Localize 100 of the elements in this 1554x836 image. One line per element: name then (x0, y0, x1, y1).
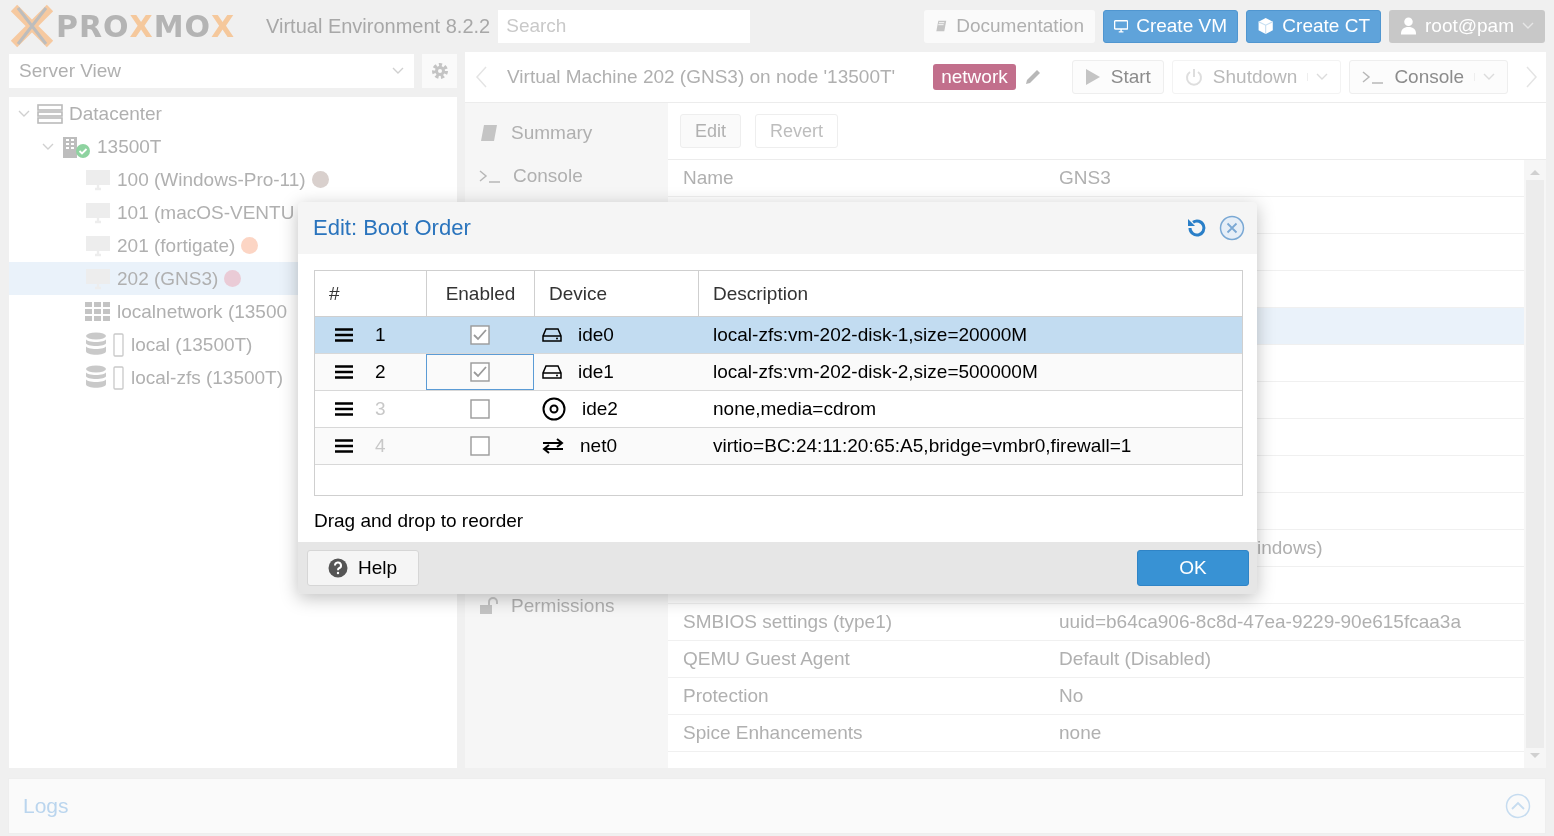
database-icon (85, 364, 125, 391)
caret-icon (392, 67, 404, 75)
drag-handle-icon[interactable] (335, 439, 353, 453)
product-version: Virtual Environment 8.2.2 (266, 14, 491, 38)
forward-icon[interactable] (1526, 66, 1538, 88)
menu-item[interactable]: Summary (465, 111, 668, 154)
cube-icon (1257, 15, 1275, 37)
property-value: GNS3 (1059, 167, 1111, 189)
device-name: ide1 (578, 361, 614, 383)
device-description: local-zfs:vm-202-disk-2,size=500000M (712, 360, 1039, 384)
property-name: QEMU Guest Agent (682, 648, 851, 670)
tag: network (933, 64, 1016, 90)
property-row[interactable]: Name GNS3 (668, 160, 1524, 197)
tree-label: Datacenter (69, 102, 162, 125)
checkbox[interactable] (470, 325, 490, 345)
terminal-icon (479, 168, 501, 183)
tree-item[interactable]: 100 (Windows-Pro-11) (9, 163, 457, 196)
checkbox[interactable] (470, 362, 490, 382)
scroll-up-icon[interactable] (1529, 168, 1541, 176)
expander-icon (42, 142, 54, 151)
drag-handle-icon[interactable] (335, 365, 353, 379)
order-number: 1 (375, 324, 386, 346)
logo-icon (10, 4, 54, 48)
back-icon[interactable] (475, 66, 487, 88)
checkbox[interactable] (470, 436, 490, 456)
pencil-icon[interactable] (1023, 68, 1042, 86)
exchange-icon (542, 438, 564, 454)
ok-button[interactable]: OK (1137, 550, 1249, 586)
menu-item[interactable]: Console (465, 154, 668, 197)
tree-item[interactable]: 13500T (9, 130, 457, 163)
property-value: indows) (1257, 537, 1323, 559)
tree-label: local (13500T) (131, 333, 253, 356)
menu-item[interactable]: Permissions (465, 584, 668, 627)
grid-icon (85, 301, 111, 322)
column-header[interactable]: Enabled (426, 271, 534, 316)
property-name: SMBIOS settings (type1) (682, 611, 894, 633)
column-header[interactable]: Description (698, 271, 1242, 316)
property-row[interactable]: Protection No (668, 678, 1524, 715)
tree-label: local-zfs (13500T) (131, 366, 284, 389)
action-button[interactable]: Start (1071, 60, 1164, 94)
building-icon (61, 134, 91, 159)
view-selector[interactable]: Server View (9, 54, 414, 88)
property-value: uuid=b64ca906-8c8d-47ea-9229-90e615fcaa3a (1059, 611, 1461, 633)
play-icon (1084, 68, 1101, 86)
property-name: Name (682, 167, 735, 189)
disc-icon (542, 397, 566, 421)
hint-text: Drag and drop to reorder (314, 510, 524, 532)
header-button[interactable]: Create VM (1103, 9, 1238, 43)
logo-text: PROXMOX (56, 8, 236, 44)
terminal-icon (1362, 70, 1385, 84)
logs-title: Logs (23, 794, 69, 818)
device-description: virtio=BC:24:11:20:65:A5,bridge=vmbr0,firewall=1 (712, 434, 1133, 458)
hard-drive-icon (542, 327, 562, 343)
scrollbar[interactable] (1524, 160, 1546, 768)
column-header[interactable]: Device (534, 271, 698, 316)
device-name: ide0 (578, 324, 614, 346)
tree-label: 13500T (97, 135, 162, 158)
power-icon (1184, 68, 1203, 86)
expander-icon (18, 109, 30, 118)
unlock-icon (479, 596, 499, 615)
drag-handle-icon[interactable] (335, 402, 353, 416)
property-value: none (1059, 722, 1102, 744)
device-description: local-zfs:vm-202-disk-1,size=20000M (712, 323, 1029, 347)
tree-label: 202 (GNS3) (117, 267, 219, 290)
database-icon (85, 331, 125, 358)
property-row[interactable]: SMBIOS settings (type1) uuid=b64ca906-8c8d-47ea-9229-90e615fcaa3a (668, 604, 1524, 641)
property-name: Protection (682, 685, 770, 707)
vm-title: Virtual Machine 202 (GNS3) on node '13500T' (507, 66, 896, 88)
caret-icon (1522, 22, 1534, 30)
scroll-down-icon[interactable] (1529, 752, 1541, 760)
close-icon[interactable] (1219, 215, 1245, 241)
user-icon (1400, 16, 1417, 36)
drag-handle-icon[interactable] (335, 328, 353, 342)
toolbar-button[interactable]: Edit (680, 114, 742, 148)
device-description: none,media=cdrom (712, 397, 878, 421)
help-button[interactable]: Help (307, 550, 419, 586)
header-button[interactable]: Create CT (1246, 9, 1381, 43)
dialog-title: Edit: Boot Order (313, 215, 471, 241)
tree-label: 100 (Windows-Pro-11) (117, 168, 306, 191)
collapse-icon[interactable] (1505, 793, 1531, 819)
tree-label: 201 (fortigate) (117, 234, 236, 257)
action-button[interactable]: Console (1349, 60, 1509, 94)
tree-label: localnetwork (13500 (117, 300, 288, 323)
device-name: ide2 (582, 398, 618, 420)
tree-item[interactable]: Datacenter (9, 97, 457, 130)
tree-label: 101 (macOS-VENTU (117, 201, 295, 224)
caret-icon (1483, 73, 1496, 81)
property-row[interactable]: QEMU Guest Agent Default (Disabled) (668, 641, 1524, 678)
settings-button[interactable] (422, 54, 457, 88)
header-button[interactable]: Documentation (924, 9, 1095, 43)
property-row[interactable]: Spice Enhancements none (668, 715, 1524, 752)
device-name: net0 (580, 435, 617, 457)
checkbox[interactable] (470, 399, 490, 419)
property-name: Spice Enhancements (682, 722, 864, 744)
order-number: 2 (375, 361, 386, 383)
hard-drive-icon (542, 364, 562, 380)
property-value: No (1059, 685, 1084, 707)
book-icon (479, 123, 499, 142)
settings-icon (429, 61, 450, 81)
server-icon (37, 103, 63, 124)
